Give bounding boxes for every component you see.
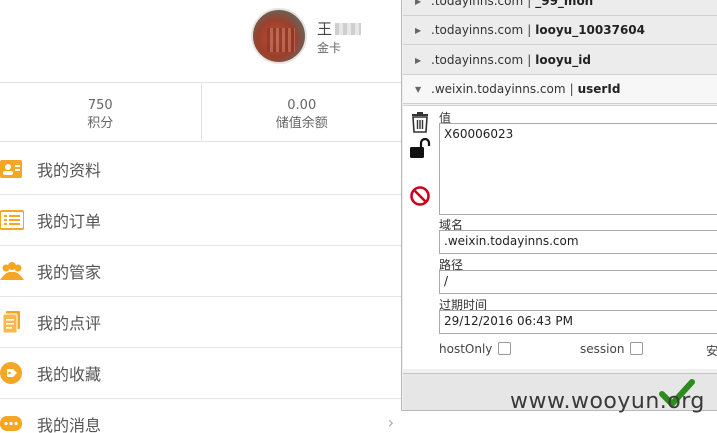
chevron-right-icon: ›: [387, 413, 394, 432]
cookie-name: _99_mon: [535, 0, 594, 8]
checkbox-box[interactable]: [498, 342, 512, 355]
profile-menu: 我的资料 我的订单 我的管家 我的点评 我的收藏 我的消息 ›: [0, 144, 402, 433]
stat-balance-label: 储值余额: [275, 116, 328, 131]
menu-label: 我的消息: [37, 416, 102, 433]
session-label: session: [580, 342, 625, 356]
cookie-domain: .weixin.todayinns.com: [431, 82, 566, 96]
name-redaction: [335, 23, 362, 35]
cookie-row-expanded[interactable]: ▼ .weixin.todayinns.com | userId: [403, 75, 717, 104]
cookie-details: 值 X60006023 域名 .weixin.todayinns.com 路径 …: [403, 105, 717, 369]
menu-item-messages[interactable]: 我的消息 ›: [0, 399, 402, 433]
cookie-name: looyu_id: [535, 53, 591, 67]
cookie-name: userId: [577, 82, 621, 96]
cookie-row[interactable]: ▶ .todayinns.com | _99_mon: [403, 0, 717, 16]
cookie-row[interactable]: ▶ .todayinns.com | looyu_id: [403, 46, 717, 75]
stat-points-value: 750: [87, 98, 113, 113]
path-field[interactable]: /: [439, 270, 717, 294]
cookie-row[interactable]: ▶ .todayinns.com | looyu_10037604: [403, 16, 717, 45]
value-textarea[interactable]: X60006023: [439, 123, 717, 215]
hostonly-label: hostOnly: [439, 342, 493, 356]
watermark: www.wooyun.org: [510, 389, 705, 414]
menu-label: 我的收藏: [37, 365, 102, 384]
block-icon[interactable]: [409, 185, 431, 207]
stat-points[interactable]: 750 积分: [0, 83, 201, 141]
expires-field[interactable]: 29/12/2016 06:43 PM: [439, 310, 717, 334]
stats-bar: 750 积分 0.00 储值余额: [0, 82, 402, 142]
order-list-icon: [0, 210, 24, 230]
secure-label: 安: [706, 344, 717, 358]
stat-balance-value: 0.00: [287, 98, 317, 113]
menu-item-orders[interactable]: 我的订单: [0, 195, 402, 246]
cookie-domain: .todayinns.com: [431, 23, 524, 37]
checkbox-box[interactable]: [630, 342, 644, 355]
menu-label: 我的订单: [37, 212, 102, 231]
stat-balance[interactable]: 0.00 储值余额: [200, 83, 403, 141]
hostonly-checkbox[interactable]: hostOnly: [439, 342, 512, 356]
profile-page: 王 金卡 750 积分 0.00 储值余额 我的资料 我的订单 我的管家 我的点…: [0, 0, 402, 433]
tag-icon: [0, 362, 22, 384]
menu-item-reviews[interactable]: 我的点评: [0, 297, 402, 348]
message-icon: [0, 416, 22, 431]
menu-item-profile[interactable]: 我的资料: [0, 144, 402, 195]
separator: |: [527, 23, 532, 37]
expand-triangle-icon: ▶: [415, 26, 422, 35]
cookie-name: looyu_10037604: [535, 23, 645, 37]
menu-item-favorites[interactable]: 我的收藏: [0, 348, 402, 399]
unlock-icon[interactable]: [409, 138, 431, 160]
session-checkbox[interactable]: session: [580, 342, 644, 356]
collapse-triangle-icon: ▼: [415, 85, 422, 94]
menu-label: 我的管家: [37, 263, 102, 282]
separator: |: [569, 82, 574, 96]
secure-checkbox[interactable]: 安: [706, 342, 717, 359]
member-level: 金卡: [317, 41, 342, 55]
user-name: 王: [317, 18, 362, 39]
cookie-domain: .todayinns.com: [431, 0, 524, 8]
separator: |: [527, 0, 532, 8]
domain-field[interactable]: .weixin.todayinns.com: [439, 230, 717, 254]
cookie-editor-panel: ▶ .todayinns.com | _99_mon ▶ .todayinns.co…: [401, 0, 717, 411]
separator: |: [527, 53, 532, 67]
people-icon: [0, 262, 24, 280]
user-name-text: 王: [317, 20, 333, 38]
menu-label: 我的资料: [37, 161, 102, 180]
review-doc-icon: [2, 311, 20, 333]
menu-label: 我的点评: [37, 314, 102, 333]
profile-card-icon: [0, 160, 22, 178]
avatar[interactable]: [251, 8, 307, 64]
expand-triangle-icon: ▶: [415, 0, 422, 6]
trash-icon[interactable]: [409, 111, 431, 133]
menu-item-butler[interactable]: 我的管家: [0, 246, 402, 297]
stat-points-label: 积分: [87, 116, 114, 131]
cookie-domain: .todayinns.com: [431, 53, 524, 67]
expand-triangle-icon: ▶: [415, 56, 422, 65]
